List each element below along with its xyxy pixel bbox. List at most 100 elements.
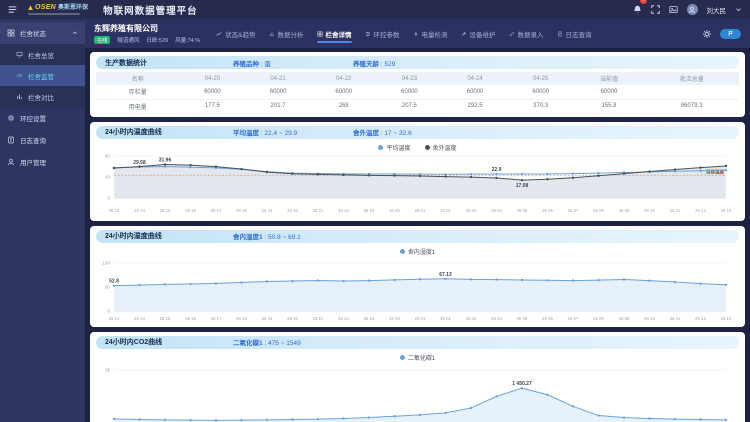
table-cell [644,85,739,100]
svg-text:26 00: 26 00 [389,316,400,321]
legend-dot-icon [424,144,430,150]
production-table: 名称 04-20 04-21 04-22 04-23 04-24 04-25 当前值 批次总量存… [96,72,739,114]
data-point-label: 52.8 [109,278,119,284]
table-header-row: 名称 04-20 04-21 04-22 04-23 04-24 04-25 当前值 批次总量 [96,72,739,85]
svg-text:25 21: 25 21 [313,316,324,321]
view-toggle[interactable] [720,28,741,39]
table-cell: 60000 [442,85,508,100]
sidebar-item-环控设置[interactable]: 环控设置 [0,107,85,129]
header-stat: 舍外温度 : 17 ~ 32.6 [353,130,412,137]
gallery-icon[interactable] [668,5,678,14]
username[interactable]: 刘大民 [707,5,727,15]
bell-icon [633,5,641,13]
tab-label: 日志查询 [565,31,592,39]
svg-text:25 16: 25 16 [185,316,196,321]
data-point-label: 29.58 [133,159,146,165]
farm-badge: 风量:74 % [175,38,201,45]
svg-text:26 01: 26 01 [415,208,426,213]
svg-text:40: 40 [105,153,111,158]
legend-label: 平均温度 [386,145,411,152]
svg-text:25 16: 25 16 [185,208,196,213]
svg-text:26 12: 26 12 [695,208,706,213]
settings-gear-icon[interactable] [702,29,712,39]
user-avatar-icon [689,6,695,13]
fullscreen-icon [650,5,660,14]
logo-tagline [28,12,80,15]
top-header: OSEN 奥斯恩环保 物联网数据管理平台 4 刘大民 [0,0,750,19]
svg-text:26 06: 26 06 [542,208,553,213]
tab-label: 数据分析 [277,31,304,39]
sidebar-item-用户管理[interactable]: 用户管理 [0,151,85,173]
collapse-menu-icon[interactable] [8,5,17,14]
legend-item-舍内湿度1[interactable]: 舍内湿度1 [399,247,435,256]
svg-text:25 23: 25 23 [364,316,375,321]
avatar[interactable] [686,4,698,15]
svg-text:0: 0 [107,308,110,313]
chart-title: 24小时内CO2曲线 [105,339,163,346]
svg-text:25 13: 25 13 [109,316,120,321]
svg-text:25 17: 25 17 [211,208,222,213]
toggle-glyph-icon [728,31,733,36]
tab-栏舍详情[interactable]: 栏舍详情 [316,21,352,47]
svg-text:26 11: 26 11 [670,316,681,321]
sidebar-item-栏舍对比[interactable]: 栏舍对比 [0,86,85,107]
table-cell: 60000 [310,85,377,100]
legend-item-二氧化碳1[interactable]: 二氧化碳1 [399,353,435,362]
sidebar-item-栏舍总览[interactable]: 栏舍总览 [0,44,85,65]
table-cell: 292.5 [442,99,508,114]
svg-text:26 04: 26 04 [491,316,502,321]
svg-text:26 03: 26 03 [466,316,477,321]
overview-icon [16,51,23,58]
svg-text:26 08: 26 08 [593,208,604,213]
chevron-down-icon[interactable] [735,6,742,13]
svg-text:25 17: 25 17 [211,316,222,321]
sidebar-group-0[interactable]: 栏舍状态 [0,22,85,44]
legend-item-平均温度[interactable]: 平均温度 [378,143,411,152]
svg-text:25 20: 25 20 [287,316,298,321]
column-header: 04-21 [270,75,286,82]
svg-text:26 10: 26 10 [644,316,655,321]
tab-设备维护[interactable]: 设备维护 [461,21,496,47]
svg-text:26 08: 26 08 [593,316,604,321]
tab-数据录入[interactable]: 数据录入 [509,21,544,47]
svg-text:26 12: 26 12 [695,316,706,321]
tab-日志查询[interactable]: 日志查询 [557,21,592,47]
production-title: 生产数据统计 [105,59,147,67]
chevron-down-icon [736,8,741,12]
production-card-header: 生产数据统计 养殖品种 : 蛋 养殖天龄 : 529 [96,56,739,69]
header-stat: 舍内湿度1 : 50.8 ~ 69.1 [233,234,301,241]
tab-数据分析[interactable]: 数据分析 [269,21,304,47]
tab-电量检测[interactable]: 电量检测 [413,21,448,47]
fullscreen-icon[interactable] [650,5,660,14]
logo: OSEN 奥斯恩环保 [28,4,88,15]
sidebar-item-label: 栏舍总览 [28,52,54,60]
tab-状态&趋势[interactable]: 状态&趋势 [216,21,256,47]
tab-环控参数[interactable]: 环控参数 [365,21,400,47]
table-cell: 60000 [573,85,645,100]
table-cell: 60000 [179,85,246,100]
tab-label: 数据录入 [517,31,544,39]
farm-info: 东辉养殖有限公司 在线 隧道通风 日龄:529 风量:74 % [94,23,200,45]
svg-text:26 13: 26 13 [721,316,732,321]
svg-text:0: 0 [107,195,110,200]
compare-icon [17,94,22,100]
sidebar-item-日志查询[interactable]: 日志查询 [0,129,85,151]
notifications-button[interactable]: 4 [633,0,647,19]
svg-text:25 15: 25 15 [160,316,171,321]
svg-text:26 04: 26 04 [491,208,502,213]
column-header: 当前值 [599,77,618,83]
table-cell: 155.8 [573,99,645,114]
svg-text:25 18: 25 18 [236,208,247,213]
svg-text:26 01: 26 01 [415,316,426,321]
content-scroll-area[interactable]: 生产数据统计 养殖品种 : 蛋养殖天龄 : 529 名称 04-20 04-21 04… [85,48,750,422]
column-header: 04-22 [336,75,352,82]
sidebar-item-栏舍监管[interactable]: 栏舍监管 [0,65,85,86]
legend-item-舍外温度[interactable]: 舍外温度 [424,143,457,152]
chart-legend: 平均温度 舍外温度 [96,143,739,152]
svg-text:26 07: 26 07 [568,316,579,321]
svg-text:25 21: 25 21 [313,208,324,213]
analysis-icon [269,32,274,36]
svg-text:25 18: 25 18 [236,316,247,321]
chart-card-header: 24小时内温度曲线 平均温度 : 22.4 ~ 29.9 舍外温度 : 17 ~ 3… [96,125,739,139]
svg-text:25 14: 25 14 [134,208,145,213]
